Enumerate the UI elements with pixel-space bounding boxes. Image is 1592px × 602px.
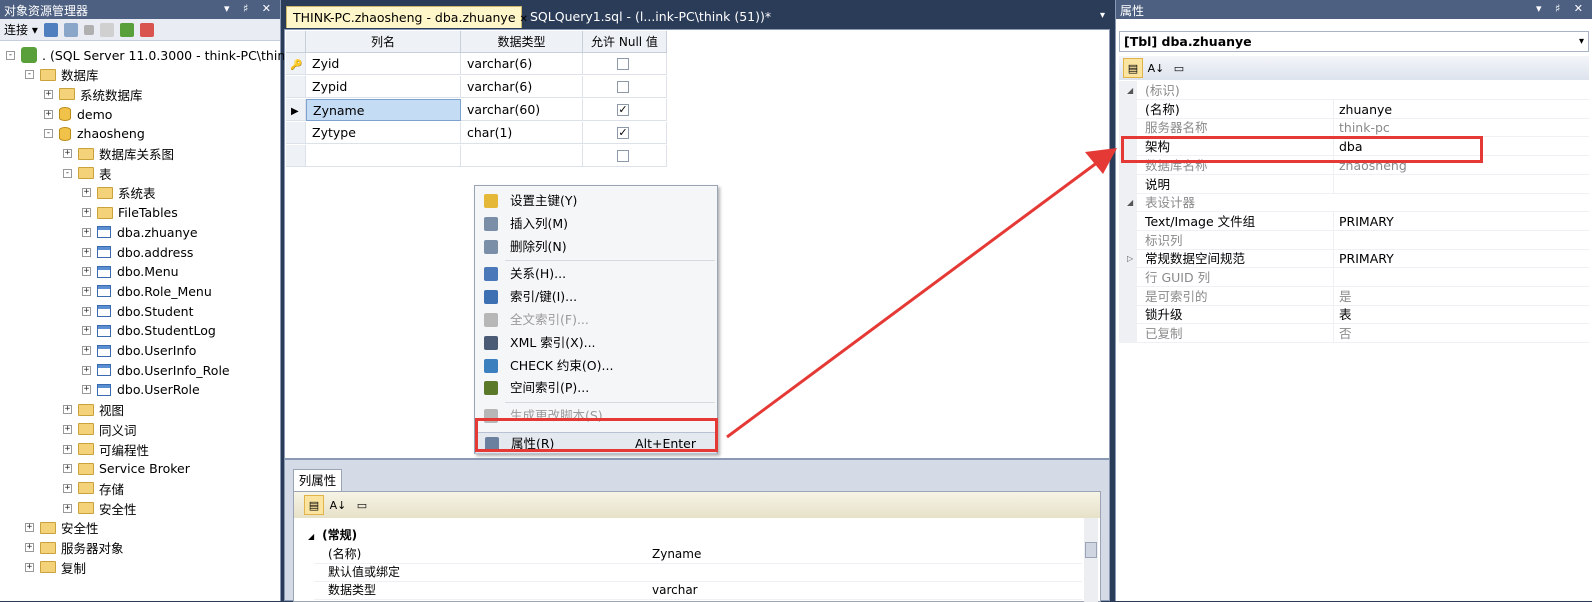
- annotation-arrow: [726, 148, 1117, 439]
